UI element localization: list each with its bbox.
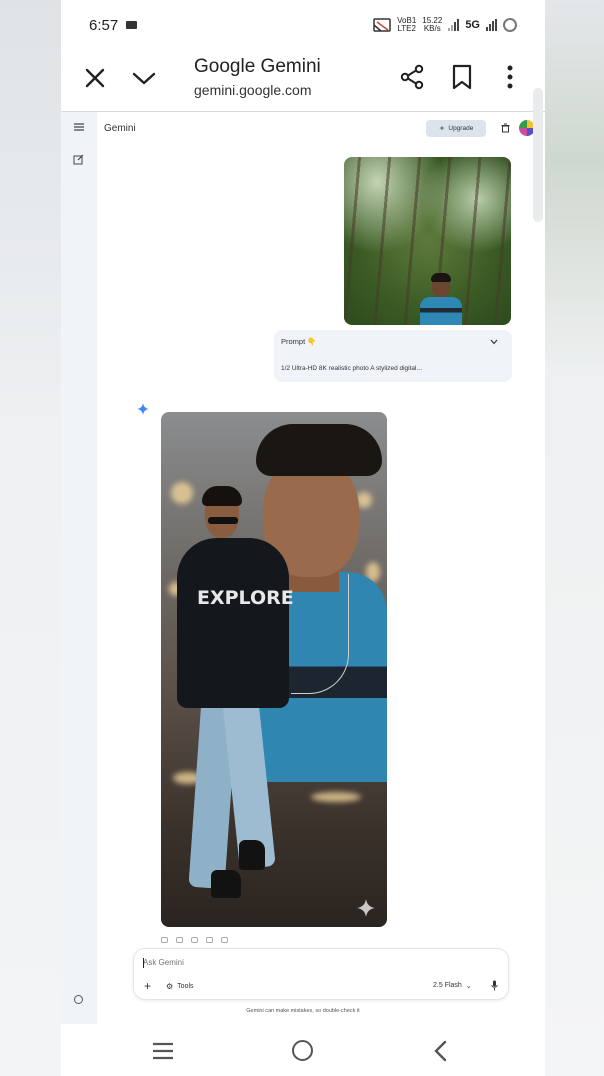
page-url[interactable]: gemini.google.com <box>194 82 312 98</box>
add-attachment-button[interactable]: + <box>144 979 151 993</box>
camera-icon <box>126 21 138 29</box>
thumbs-down-icon[interactable] <box>176 937 183 943</box>
sunglasses <box>208 517 238 524</box>
status-bar: 6:57 VoB1 LTE2 15.22 KB/s 5G <box>61 0 545 50</box>
network-indicator: VoB1 LTE2 <box>397 17 416 33</box>
status-time: 6:57 <box>89 16 119 34</box>
user-uploaded-image[interactable] <box>344 157 511 325</box>
signal-icon <box>448 19 460 31</box>
tools-icon: ⚙ <box>166 982 174 991</box>
chevron-down-icon[interactable] <box>131 66 157 90</box>
cellular-label: 5G <box>465 19 480 31</box>
speed-unit: KB/s <box>423 24 441 33</box>
hoodie-text: EXPLORE <box>197 587 294 609</box>
more-vert-icon[interactable] <box>503 64 517 90</box>
hoodie <box>177 538 289 708</box>
prompt-input-box: + ⚙ Tools 2.5 Flash ⌄ <box>133 948 509 1000</box>
model-selector[interactable]: 2.5 Flash ⌄ <box>433 982 472 990</box>
thumbs-up-icon[interactable] <box>161 937 168 943</box>
chevron-down-icon: ⌄ <box>465 983 472 990</box>
gemini-page: Gemini ✦ Upgrade Prompt 👇 1/2 Ultra-HD 8… <box>61 88 545 1024</box>
side-rail <box>61 112 97 1024</box>
text-caret <box>143 958 144 968</box>
chevron-down-icon[interactable] <box>490 339 498 345</box>
prompt-heading: Prompt 👇 <box>281 337 317 346</box>
app-name: Gemini <box>104 123 136 134</box>
response-actions <box>161 937 228 943</box>
large-portrait-hair <box>256 424 382 476</box>
phone-screen: 6:57 VoB1 LTE2 15.22 KB/s 5G Google Gemi… <box>61 0 545 1076</box>
regenerate-icon[interactable] <box>191 937 198 943</box>
shoe-left <box>211 870 241 898</box>
bookmark-icon[interactable] <box>451 64 473 90</box>
gemini-watermark-icon <box>357 899 375 917</box>
photo-person <box>420 273 462 325</box>
status-indicators: VoB1 LTE2 15.22 KB/s 5G <box>373 17 517 33</box>
recent-apps-icon[interactable] <box>152 1042 174 1060</box>
gemini-spark-icon <box>137 403 149 415</box>
background-right <box>544 0 604 1076</box>
generated-image[interactable]: EXPLORE <box>161 412 387 927</box>
settings-icon[interactable] <box>74 995 83 1004</box>
prompt-preview: 1/2 Ultra-HD 8K realistic photo A styliz… <box>281 365 422 372</box>
share-icon[interactable] <box>206 937 213 943</box>
close-icon[interactable] <box>83 66 107 90</box>
edit-icon[interactable] <box>73 154 84 165</box>
sparkle-icon: ✦ <box>438 124 446 133</box>
tools-button[interactable]: ⚙ Tools <box>166 982 194 991</box>
model-label: 2.5 Flash <box>433 982 462 989</box>
temp-chat-icon[interactable] <box>501 123 510 133</box>
shoe-right <box>239 840 265 870</box>
upgrade-button[interactable]: ✦ Upgrade <box>426 120 486 137</box>
loading-icon <box>503 18 517 32</box>
upgrade-label: Upgrade <box>448 125 474 132</box>
system-navigation-bar <box>61 1024 545 1076</box>
necklace <box>291 574 349 694</box>
tools-label: Tools <box>177 983 194 990</box>
speed-indicator: 15.22 KB/s <box>422 17 442 33</box>
ask-gemini-input[interactable] <box>143 956 343 969</box>
network-line2: LTE2 <box>397 24 416 33</box>
user-prompt-card[interactable]: Prompt 👇 1/2 Ultra-HD 8K realistic photo… <box>274 330 512 382</box>
mic-icon[interactable] <box>491 980 498 991</box>
menu-icon[interactable] <box>73 122 85 132</box>
page-title: Google Gemini <box>194 56 321 77</box>
walking-person-hair <box>202 486 242 506</box>
cast-icon <box>373 18 391 32</box>
signal-icon-2 <box>486 19 497 31</box>
share-icon[interactable] <box>399 64 425 90</box>
back-icon[interactable] <box>433 1040 447 1062</box>
disclaimer-text: Gemini can make mistakes, so double-chec… <box>246 1008 360 1014</box>
browser-toolbar: Google Gemini gemini.google.com <box>61 50 545 110</box>
home-icon[interactable] <box>292 1040 313 1061</box>
background-left <box>0 0 62 1076</box>
scrollbar-thumb[interactable] <box>533 88 543 222</box>
copy-icon[interactable] <box>221 937 228 943</box>
